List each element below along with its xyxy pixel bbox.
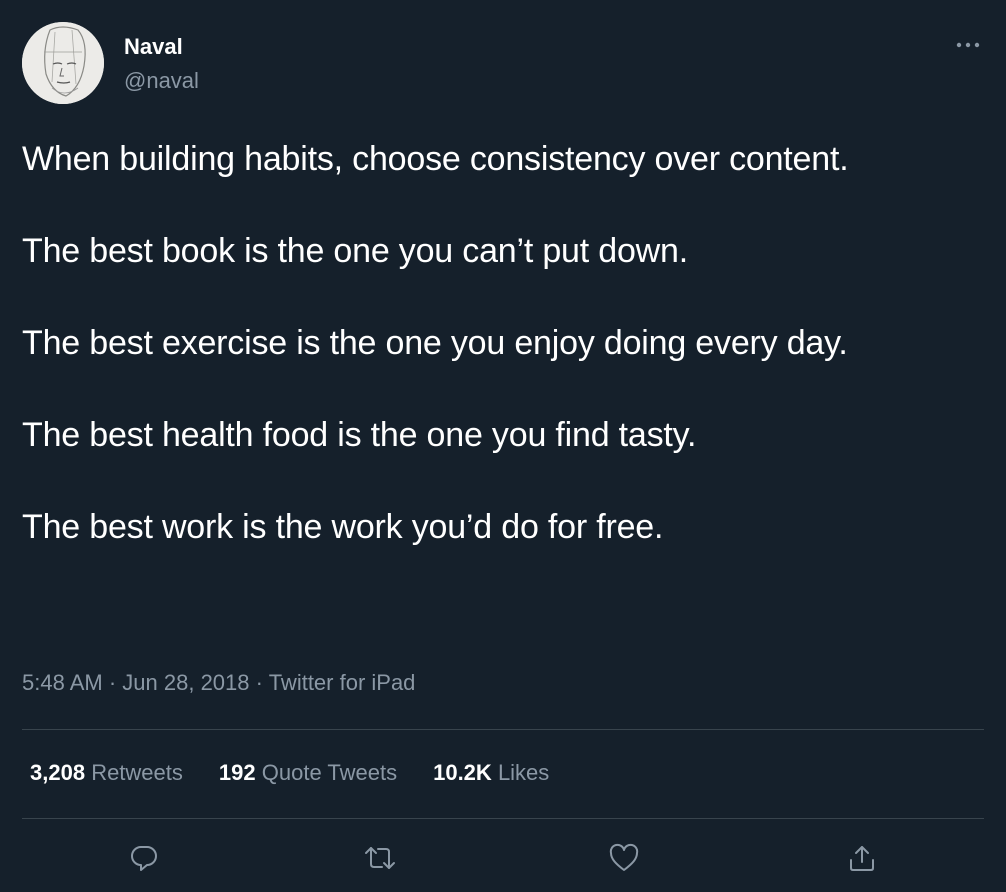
tweet-source[interactable]: Twitter for iPad xyxy=(269,670,416,695)
likes-count: 10.2K xyxy=(433,760,492,785)
retweets-label: Retweets xyxy=(91,760,183,785)
meta-separator: · xyxy=(108,670,117,695)
quote-tweets-count: 192 xyxy=(218,760,256,785)
action-bar xyxy=(0,830,1006,886)
divider xyxy=(22,729,984,730)
like-button[interactable] xyxy=(604,838,644,878)
divider xyxy=(22,818,984,819)
likes-stat[interactable]: 10.2K Likes xyxy=(433,758,549,788)
share-icon xyxy=(850,846,874,871)
heart-icon xyxy=(609,843,639,871)
meta-separator: · xyxy=(255,670,263,695)
tweet-paragraph: The best work is the work you’d do for f… xyxy=(22,508,664,546)
quote-tweets-stat[interactable]: 192 Quote Tweets xyxy=(219,758,397,788)
tweet-paragraph: The best book is the one you can’t put d… xyxy=(22,232,688,270)
tweet-paragraph: When building habits, choose consistency… xyxy=(22,140,849,178)
reply-icon xyxy=(131,846,157,871)
tweet-metadata: 5:48 AM · Jun 28, 2018 · Twitter for iPa… xyxy=(22,668,415,698)
tweet-paragraph: The best exercise is the one you enjoy d… xyxy=(22,324,848,362)
engagement-stats: 3,208 Retweets 192 Quote Tweets 10.2K Li… xyxy=(30,758,549,788)
tweet-time[interactable]: 5:48 AM xyxy=(22,670,103,695)
avatar-sketch-image xyxy=(22,22,104,104)
more-icon xyxy=(956,42,980,48)
author-handle[interactable]: @naval xyxy=(124,67,199,95)
quote-tweets-label: Quote Tweets xyxy=(261,760,398,785)
reply-button[interactable] xyxy=(124,838,164,878)
retweets-count: 3,208 xyxy=(30,760,86,785)
likes-label: Likes xyxy=(497,760,550,785)
tweet-card: Naval @naval When building habits, choos… xyxy=(0,0,1006,892)
avatar[interactable] xyxy=(22,22,104,104)
author-name[interactable]: Naval xyxy=(124,33,183,61)
tweet-text: When building habits, choose consistency… xyxy=(22,136,982,596)
more-options-button[interactable] xyxy=(950,30,986,60)
retweet-button[interactable] xyxy=(360,838,400,878)
tweet-date[interactable]: Jun 28, 2018 xyxy=(122,670,249,695)
retweets-stat[interactable]: 3,208 Retweets xyxy=(30,758,183,788)
tweet-paragraph: The best health food is the one you find… xyxy=(22,416,697,454)
share-button[interactable] xyxy=(842,838,882,878)
retweet-icon xyxy=(365,847,395,869)
